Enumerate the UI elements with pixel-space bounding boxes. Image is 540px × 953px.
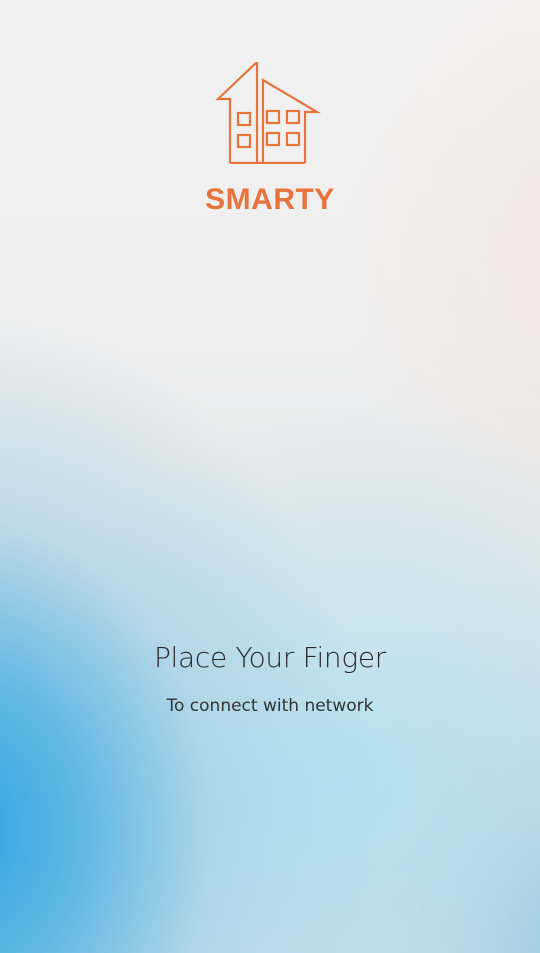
prompt-subline: To connect with network	[166, 696, 374, 716]
house-buildings-icon	[215, 59, 325, 165]
brand-name: SMARTY	[205, 183, 335, 216]
prompt-headline: Place Your Finger	[153, 641, 387, 674]
fingerprint-prompt: Place Your Finger To connect with networ…	[0, 641, 540, 716]
splash-screen: SMARTY Place Your Finger To connect with…	[0, 0, 540, 953]
app-logo: SMARTY	[0, 59, 540, 217]
